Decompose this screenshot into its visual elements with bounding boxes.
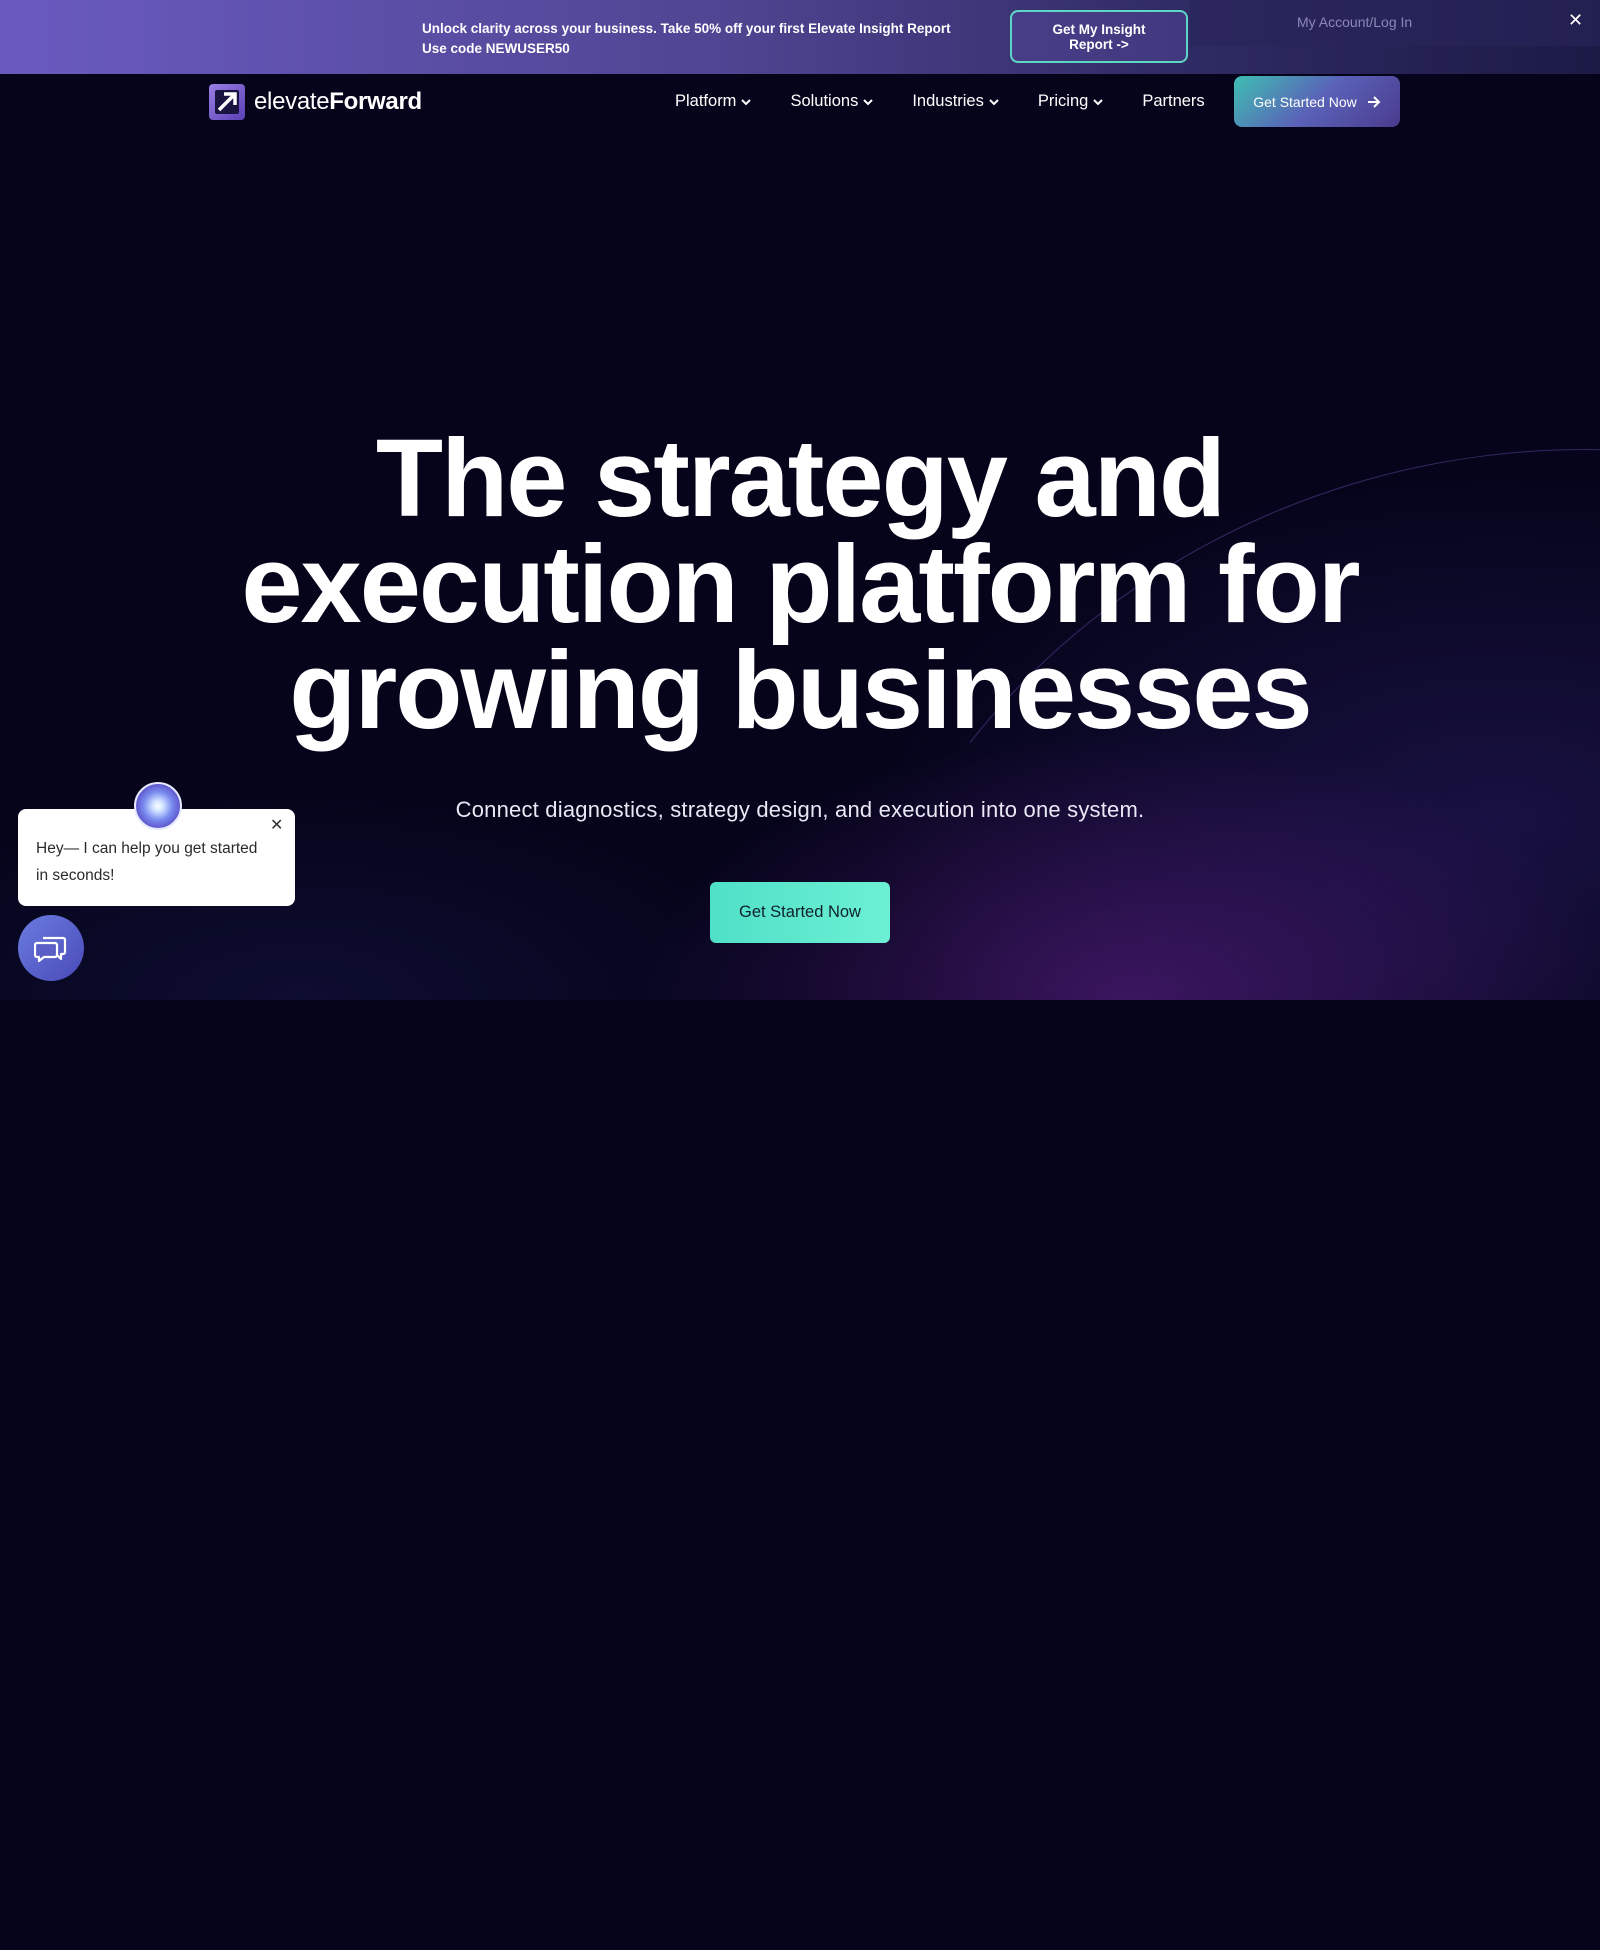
chat-launcher-button[interactable] [18,915,84,981]
nav-solutions-label: Solutions [790,92,859,110]
nav-pricing-label: Pricing [1037,92,1089,110]
chevron-down-icon [1093,98,1104,105]
hero-title-line-2: execution platform for [241,523,1360,646]
nav-solutions[interactable]: Solutions [790,92,874,111]
logo-wordmark: elevateForward [254,88,422,116]
promo-line-1: Unlock clarity across your business. Tak… [422,21,951,36]
nav-pricing[interactable]: Pricing [1038,92,1104,111]
close-icon[interactable]: ✕ [1568,10,1583,31]
get-started-hero-button[interactable]: Get Started Now [710,882,890,943]
chevron-down-icon [863,98,874,105]
nav-industries-label: Industries [912,92,984,110]
promo-line-2: Use code NEWUSER50 [422,41,570,56]
get-started-header-label: Get Started Now [1253,93,1357,110]
arrow-right-icon [1367,95,1381,108]
nav-platform-label: Platform [675,92,737,110]
nav-industries[interactable]: Industries [912,92,1000,111]
account-login-link[interactable]: My Account/Log In [1297,14,1412,30]
chevron-down-icon [741,98,752,105]
chevron-down-icon [989,98,999,105]
logo-mark-icon [209,84,245,120]
main-nav: Platform Solutions Industries Pricing Pa… [675,92,1205,111]
chat-avatar [134,782,182,830]
promo-text: Unlock clarity across your business. Tak… [422,19,951,59]
chat-bubble-icon [34,936,67,963]
hero-title-line-1: The strategy and [375,417,1226,540]
logo-text-bold: Forward [329,88,422,115]
get-insight-report-button[interactable]: Get My Insight Report -> [1010,10,1188,63]
logo[interactable]: elevateForward [208,83,422,121]
hero-title: The strategy and execution platform for … [0,417,1600,752]
get-started-header-button[interactable]: Get Started Now [1234,76,1400,127]
chat-message: Hey— I can help you get started in secon… [36,840,258,884]
nav-partners-label: Partners [1142,92,1205,110]
nav-platform[interactable]: Platform [675,92,752,111]
promo-banner: Unlock clarity across your business. Tak… [0,0,1600,74]
close-icon[interactable]: ✕ [270,815,283,835]
hero-title-line-3: growing businesses [289,629,1312,752]
nav-partners[interactable]: Partners [1142,92,1204,111]
logo-text-light: elevate [254,88,330,115]
